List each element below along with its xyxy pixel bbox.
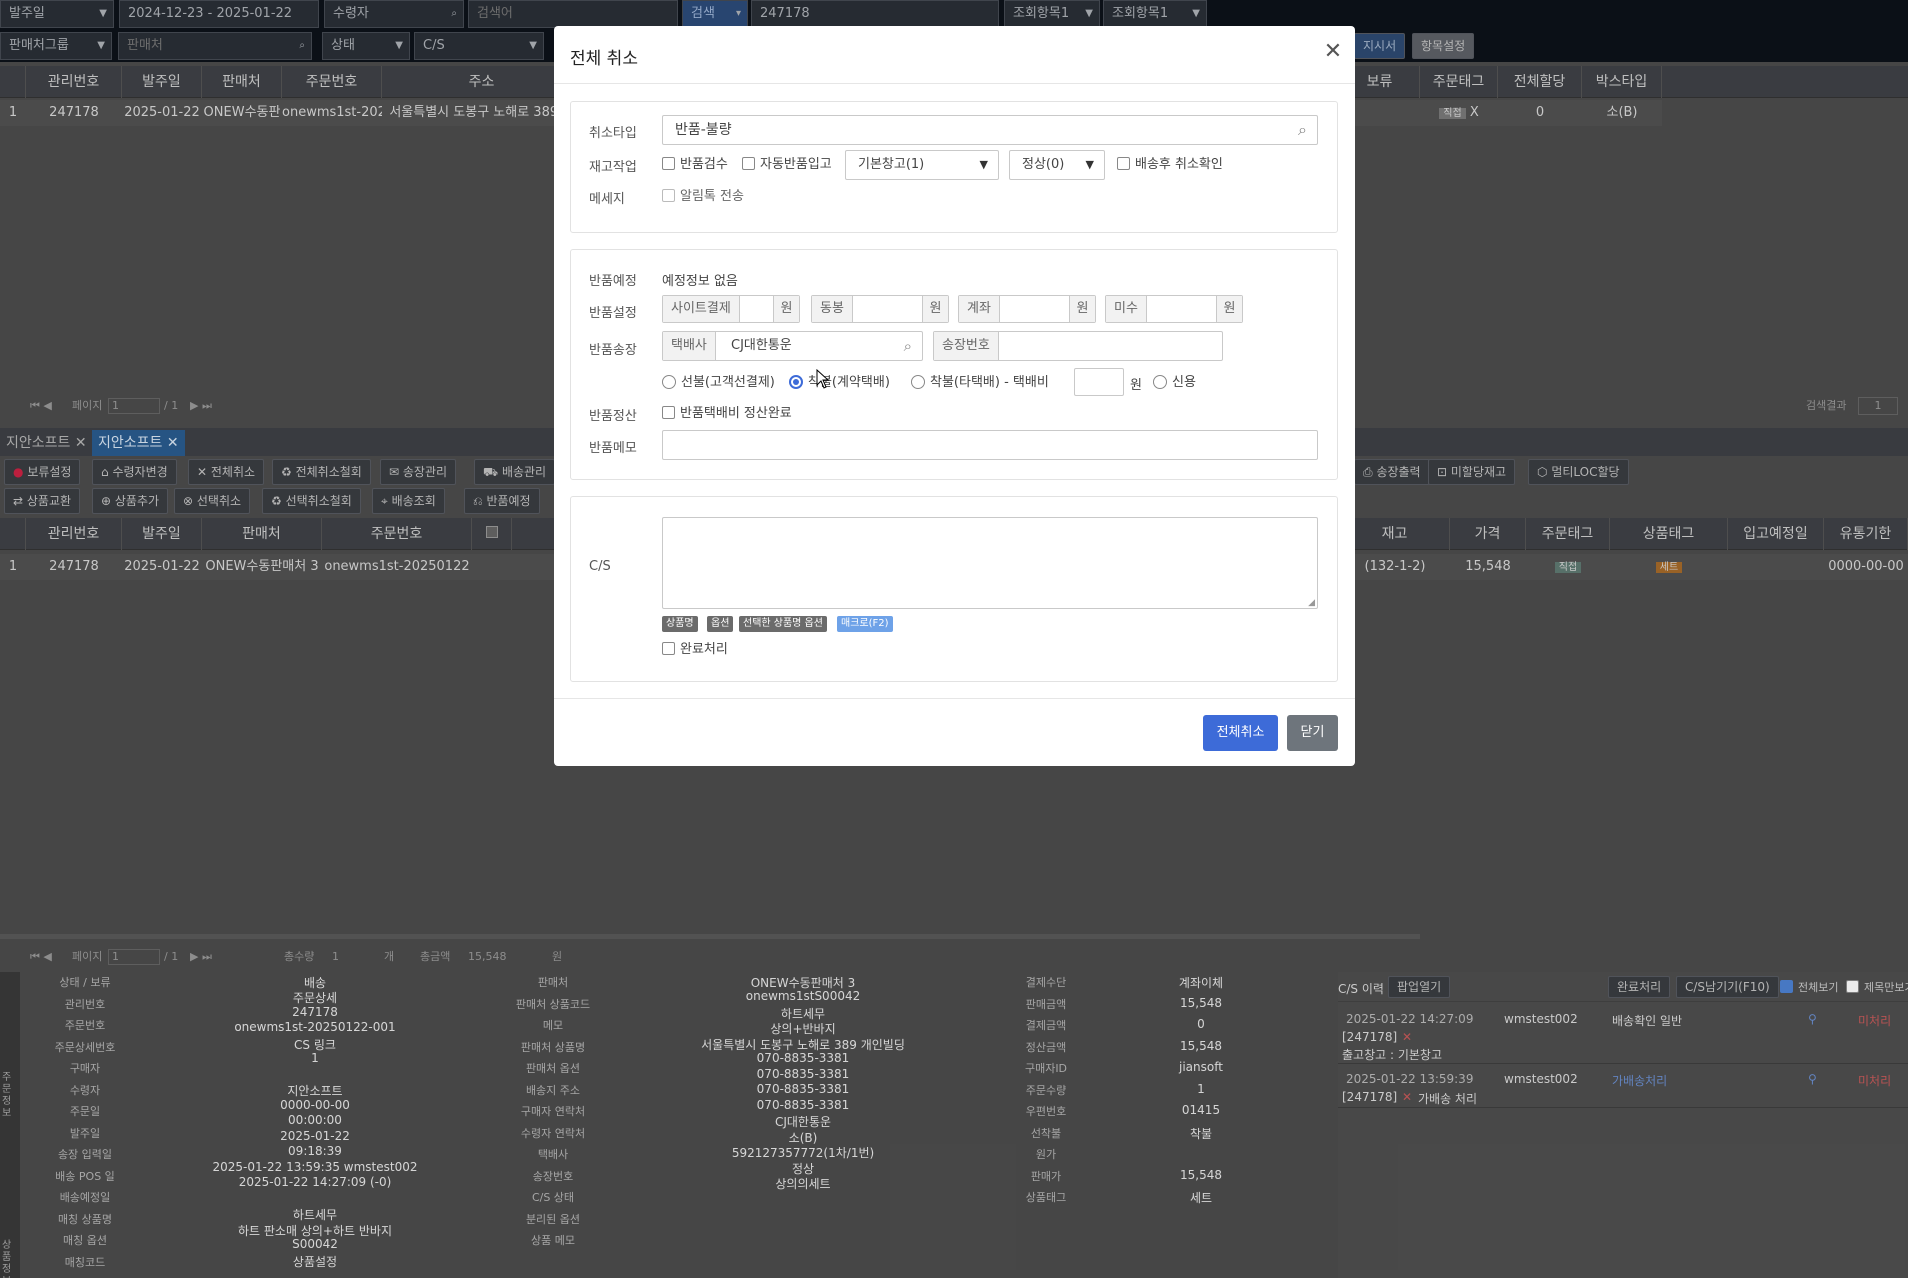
return-setting-label: 반품설정 xyxy=(589,306,637,321)
site-payment-suffix: 원 xyxy=(773,296,799,322)
chevron-down-icon: ▼ xyxy=(1085,158,1094,171)
account-prefix: 계좌 xyxy=(959,296,1000,322)
message-label: 메세지 xyxy=(589,192,625,207)
site-payment-prefix: 사이트결제 xyxy=(663,296,740,322)
enclosed-group[interactable]: 동봉 원 xyxy=(811,295,949,323)
return-inspect-check[interactable]: 반품검수 xyxy=(662,157,728,173)
modal-header: 전체 취소 ✕ xyxy=(554,26,1355,84)
stock-work-label: 재고작업 xyxy=(589,160,637,175)
invoice-number-group[interactable]: 송장번호 xyxy=(933,331,1223,361)
return-panel: 반품예정 예정정보 없음 반품설정 사이트결제 원 동봉 원 계좌 원 미수 원 반품송… xyxy=(570,249,1338,480)
search-icon[interactable]: ⌕ xyxy=(1298,116,1307,144)
invoice-number-prefix: 송장번호 xyxy=(934,332,999,360)
account-suffix: 원 xyxy=(1069,296,1095,322)
alimtalk-label: 알림톡 전송 xyxy=(680,189,744,204)
after-ship-cancel-check[interactable]: 배송후 취소확인 xyxy=(1117,157,1223,173)
return-settle-label: 반품정산 xyxy=(589,409,637,424)
auto-return-check[interactable]: 자동반품입고 xyxy=(742,157,832,173)
return-plan-value: 예정정보 없음 xyxy=(662,274,738,289)
courier-group[interactable]: 택배사 CJ대한통운 ⌕ xyxy=(662,331,923,361)
resize-handle-icon[interactable]: ◢ xyxy=(1308,598,1315,608)
account-group[interactable]: 계좌 원 xyxy=(958,295,1096,323)
complete-check-label: 완료처리 xyxy=(680,642,728,657)
return-invoice-label: 반품송장 xyxy=(589,343,637,358)
courier-value: CJ대한통운 xyxy=(731,338,792,353)
radio-prepaid[interactable]: 선불(고객선결제) xyxy=(662,375,775,391)
cancel-settings-panel: 취소타입 반품-불량 ⌕ 재고작업 반품검수 자동반품입고 기본창고(1) ▼ 정… xyxy=(570,101,1338,233)
warehouse-select[interactable]: 기본창고(1) ▼ xyxy=(845,150,999,180)
radio-credit[interactable]: 신용 xyxy=(1153,375,1196,391)
radio-cod-contract[interactable]: 착불(계약택배) xyxy=(789,375,890,391)
after-ship-cancel-label: 배송후 취소확인 xyxy=(1135,157,1223,172)
radio-credit-label: 신용 xyxy=(1172,375,1196,390)
macro-tag-option[interactable]: 옵션 xyxy=(707,616,734,632)
condition-select[interactable]: 정상(0) ▼ xyxy=(1009,150,1105,180)
close-button[interactable]: 닫기 xyxy=(1287,715,1338,751)
cs-textarea[interactable]: ◢ xyxy=(662,517,1318,609)
macro-tag-product[interactable]: 상품명 xyxy=(662,616,698,632)
enclosed-suffix: 원 xyxy=(922,296,948,322)
cancel-type-label: 취소타입 xyxy=(589,126,637,141)
cs-label: C/S xyxy=(589,559,611,574)
unpaid-prefix: 미수 xyxy=(1106,296,1147,322)
auto-return-label: 자동반품입고 xyxy=(760,157,832,172)
radio-cod-other[interactable]: 착불(타택배) - 택배비 xyxy=(911,375,1049,391)
cancel-all-modal: 전체 취소 ✕ 취소타입 반품-불량 ⌕ 재고작업 반품검수 자동반품입고 기본… xyxy=(554,26,1355,766)
site-payment-group[interactable]: 사이트결제 원 xyxy=(662,295,800,323)
cancel-all-confirm-button[interactable]: 전체취소 xyxy=(1203,715,1278,751)
modal-title: 전체 취소 xyxy=(570,49,638,69)
warehouse-value: 기본창고(1) xyxy=(858,157,925,172)
complete-check[interactable]: 완료처리 xyxy=(662,642,728,658)
return-inspect-label: 반품검수 xyxy=(680,157,728,172)
unpaid-group[interactable]: 미수 원 xyxy=(1105,295,1243,323)
shipping-fee-input[interactable] xyxy=(1074,368,1124,396)
cancel-type-value: 반품-불량 xyxy=(675,122,732,138)
return-memo-input[interactable] xyxy=(662,430,1318,460)
close-icon[interactable]: ✕ xyxy=(1321,40,1345,64)
unpaid-suffix: 원 xyxy=(1216,296,1242,322)
return-plan-label: 반품예정 xyxy=(589,274,637,289)
cancel-type-input[interactable]: 반품-불량 ⌕ xyxy=(662,115,1318,145)
alimtalk-check[interactable]: 알림톡 전송 xyxy=(662,189,744,205)
macro-button[interactable]: 매크로(F2) xyxy=(837,616,893,632)
return-settle-check-label: 반품택배비 정산완료 xyxy=(680,406,792,421)
enclosed-prefix: 동봉 xyxy=(812,296,853,322)
radio-prepaid-label: 선불(고객선결제) xyxy=(681,375,775,390)
cs-panel: C/S ◢ 상품명 옵션 선택한 상품명 옵션 매크로(F2) 완료처리 xyxy=(570,496,1338,682)
return-memo-label: 반품메모 xyxy=(589,441,637,456)
modal-footer-divider xyxy=(554,698,1355,699)
condition-value: 정상(0) xyxy=(1022,157,1065,172)
mouse-cursor-icon xyxy=(816,369,830,389)
chevron-down-icon: ▼ xyxy=(979,158,988,171)
courier-prefix: 택배사 xyxy=(663,332,716,360)
radio-cod-other-label: 착불(타택배) - 택배비 xyxy=(930,375,1049,390)
return-settle-check[interactable]: 반품택배비 정산완료 xyxy=(662,406,792,422)
shipping-fee-unit: 원 xyxy=(1130,378,1142,393)
search-icon[interactable]: ⌕ xyxy=(904,332,912,360)
macro-tag-selected[interactable]: 선택한 상품명 옵션 xyxy=(739,616,827,632)
